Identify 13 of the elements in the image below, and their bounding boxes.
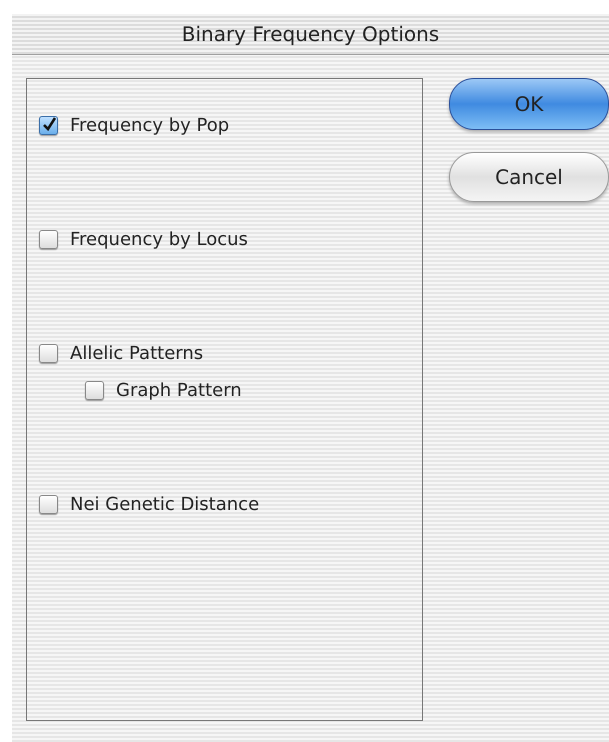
window-title: Binary Frequency Options — [182, 22, 440, 46]
checkbox[interactable] — [39, 230, 58, 248]
checkbox-label[interactable]: Nei Genetic Distance — [70, 494, 260, 514]
checkbox-label[interactable]: Frequency by Locus — [70, 228, 248, 250]
checkbox[interactable] — [85, 380, 104, 400]
checkbox[interactable] — [39, 344, 58, 362]
checkbox-label[interactable]: Frequency by Pop — [70, 114, 230, 136]
checkbox-label[interactable]: Graph Pattern — [116, 380, 242, 400]
checkbox-label[interactable]: Allelic Patterns — [70, 342, 204, 364]
checkbox[interactable] — [39, 116, 58, 134]
checkbox[interactable] — [39, 494, 58, 514]
cancel-button[interactable]: Cancel — [449, 152, 609, 202]
ok-button[interactable]: OK — [449, 78, 609, 130]
